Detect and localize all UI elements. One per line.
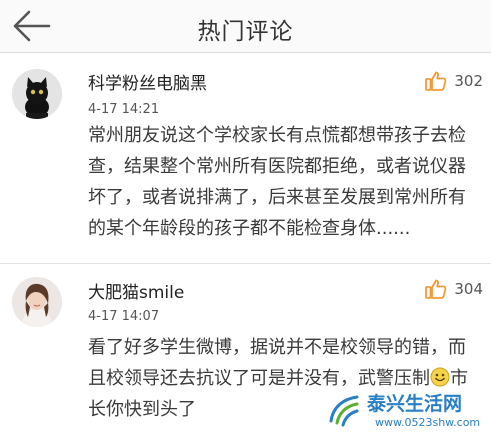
thumbs-up-icon: [425, 71, 447, 91]
comment-time: 4-17 14:21: [88, 102, 160, 117]
comment-text: 常州朋友说这个学校家长有点慌都想带孩子去检查，结果整个常州所有医院都拒绝，或者说…: [88, 125, 466, 239]
watermark-url: www.0523shw.com: [375, 416, 481, 429]
like-count: 302: [454, 72, 483, 90]
like-button[interactable]: 302: [424, 68, 483, 94]
cat-avatar-image: [12, 69, 62, 119]
like-button[interactable]: 304: [424, 276, 483, 302]
site-logo-icon: [329, 395, 359, 427]
smiley-emoji-icon: [430, 367, 450, 387]
comment-username[interactable]: 科学粉丝电脑黑: [88, 69, 207, 94]
comment-text-part: 看了好多学生微博，据说并不是校领导的错，而且校领导还去抗议了可是并没有，武警压制: [88, 337, 466, 389]
comment-item: 科学粉丝电脑黑 4-17 14:21 302 常州朋友说这个学校家长有点慌都想带…: [0, 53, 491, 264]
site-watermark: 泰兴生活网 www.0523shw.com: [327, 389, 487, 433]
like-count: 304: [454, 280, 483, 298]
page-title: 热门评论: [197, 19, 294, 45]
comment-username[interactable]: 大肥猫smile: [88, 278, 184, 303]
avatar[interactable]: [12, 69, 62, 119]
watermark-title: 泰兴生活网: [367, 393, 463, 415]
user-photo-avatar-image: [12, 277, 62, 327]
hot-comments-screen: 热门评论 科学粉丝电脑黑 4-17 14:21 302 常州朋友说这个学校家长有…: [0, 0, 491, 435]
comment-time: 4-17 14:07: [88, 309, 160, 324]
top-bar: 热门评论: [0, 0, 491, 53]
avatar[interactable]: [12, 277, 62, 327]
thumbs-up-icon: [425, 279, 447, 299]
